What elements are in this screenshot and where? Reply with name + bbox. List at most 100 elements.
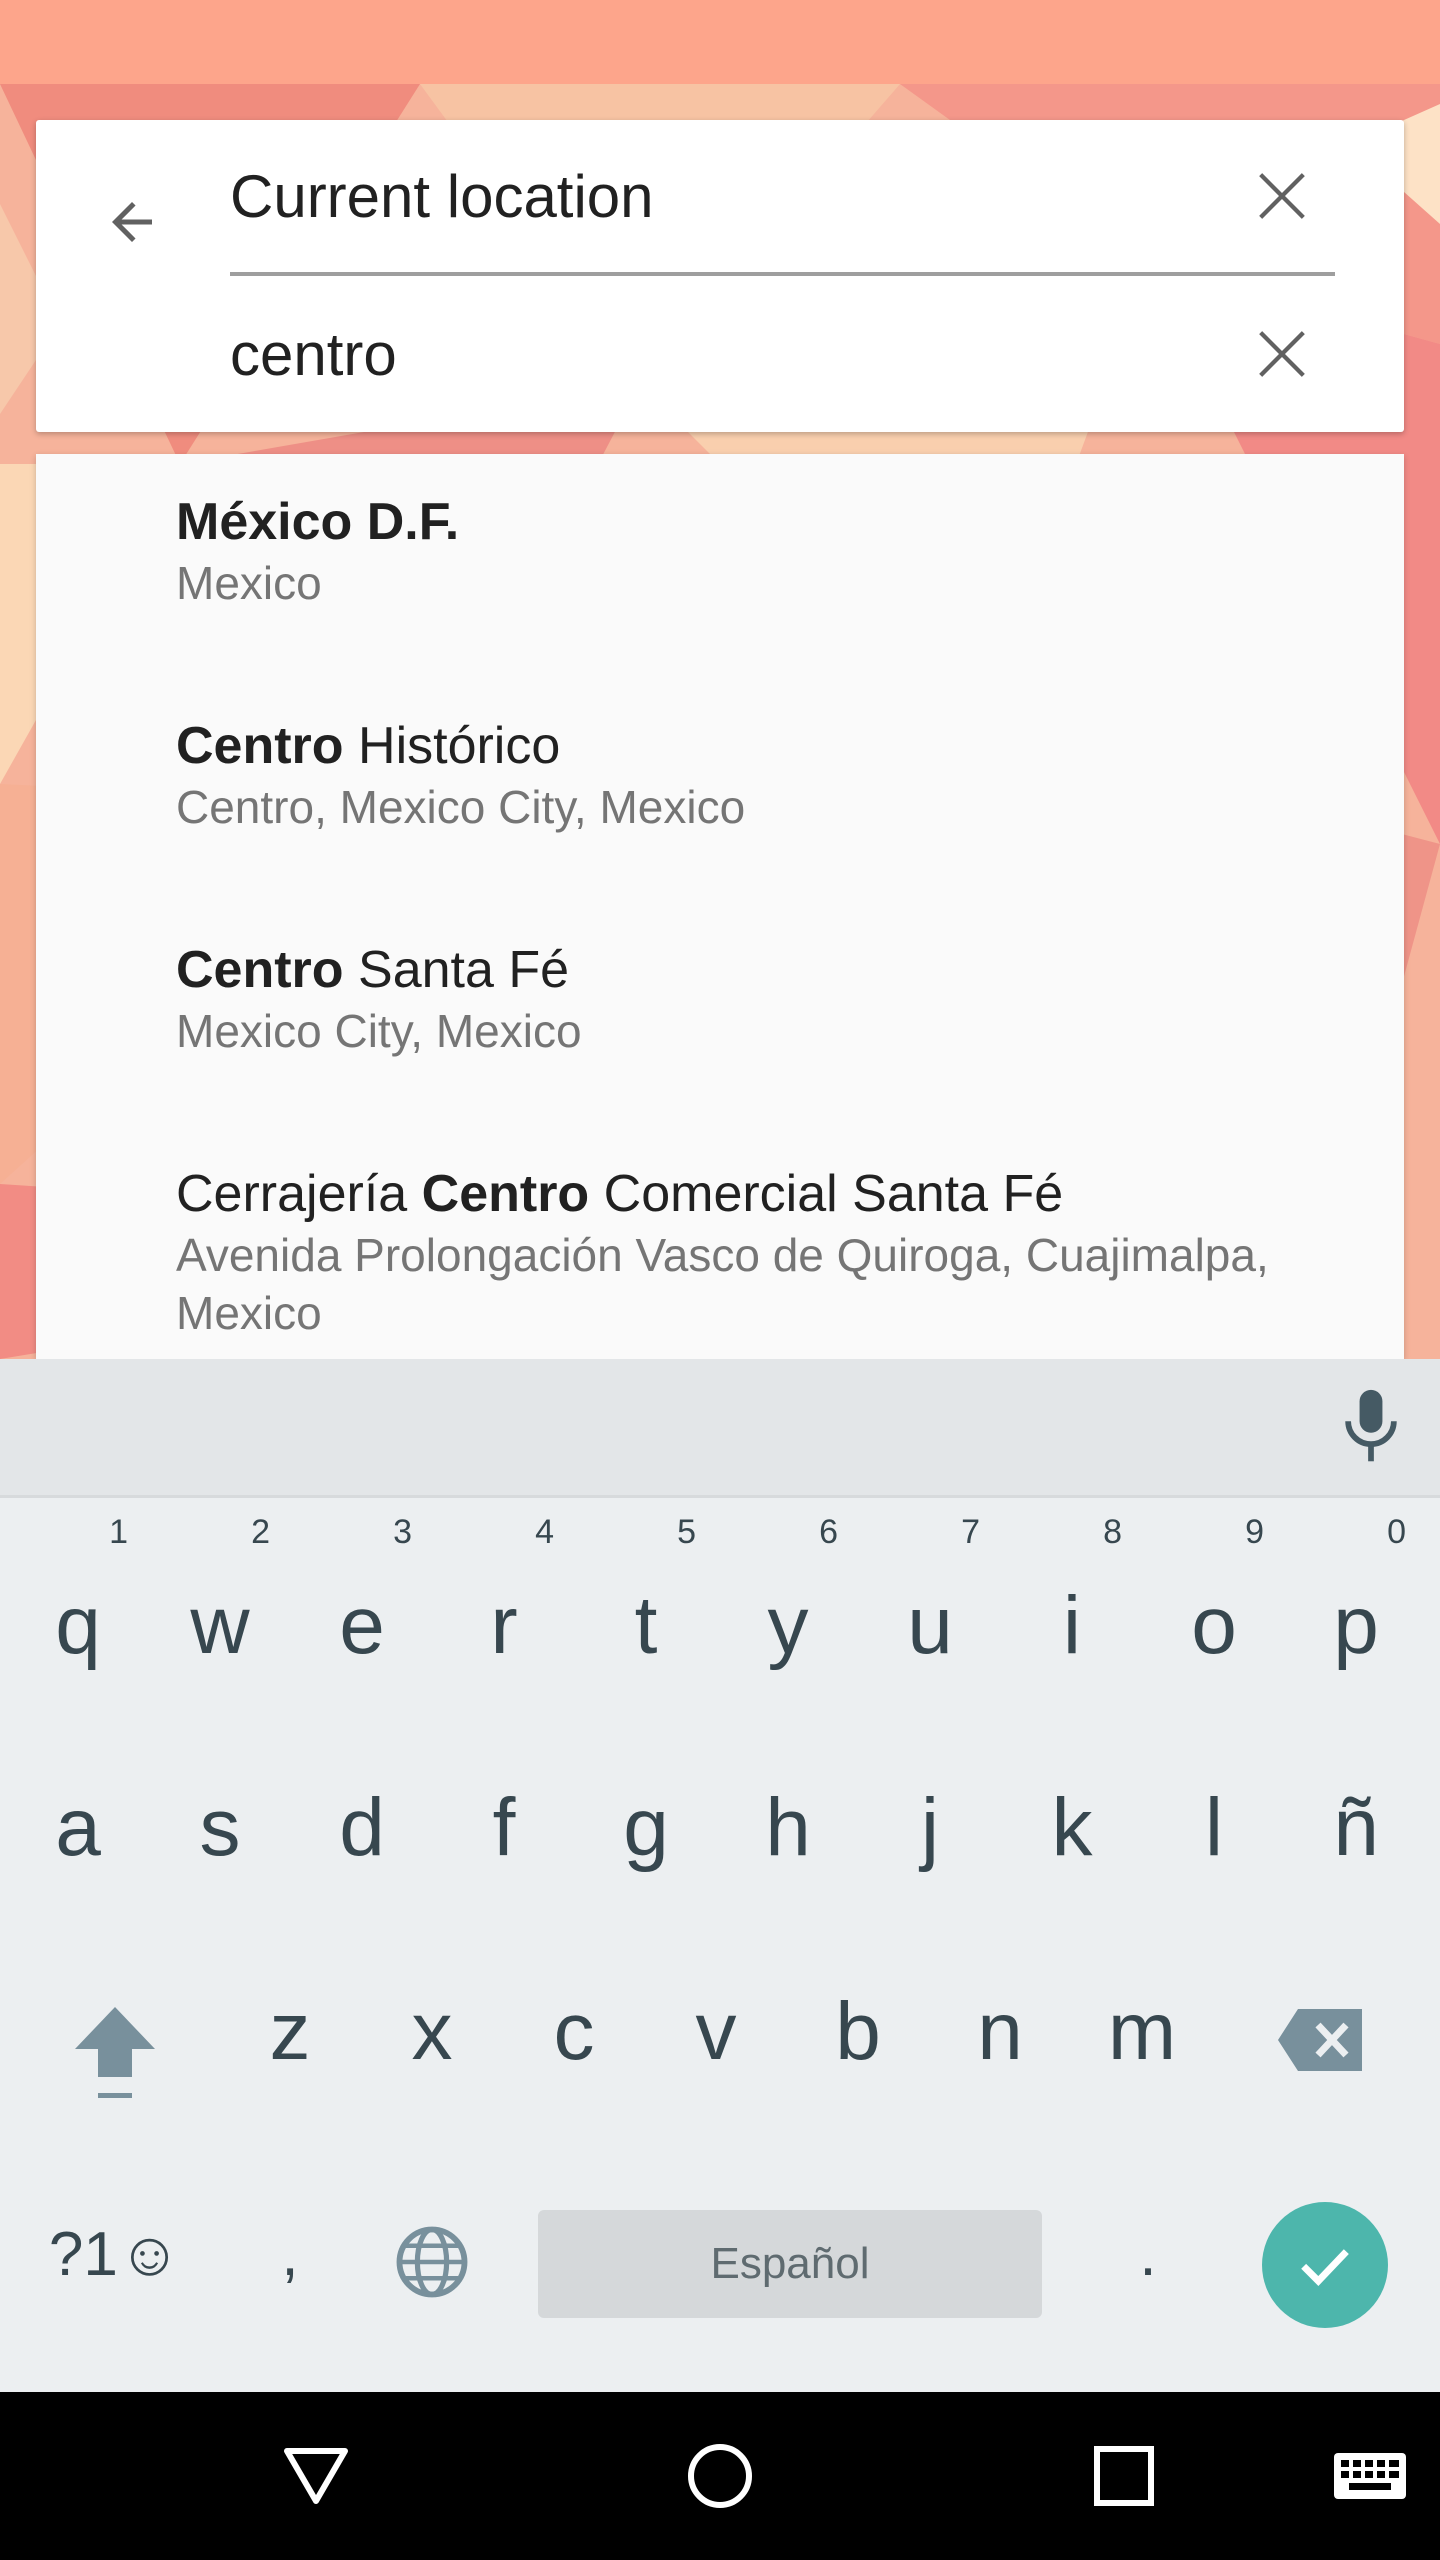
- key-q[interactable]: 1q: [6, 1495, 150, 1695]
- status-bar: [0, 0, 1440, 84]
- key-l[interactable]: l: [1142, 1711, 1286, 1911]
- key-label: a: [55, 1782, 101, 1873]
- key-label: l: [1204, 1782, 1224, 1873]
- back-button[interactable]: [86, 176, 178, 268]
- globe-icon: [396, 2226, 468, 2298]
- key-label: n: [977, 1986, 1023, 2077]
- nav-back-button[interactable]: [270, 2430, 362, 2522]
- key-j[interactable]: j: [858, 1711, 1002, 1911]
- nav-recents-button[interactable]: [1078, 2430, 1170, 2522]
- key-x[interactable]: x: [360, 1927, 504, 2127]
- clear-destination-button[interactable]: [1242, 314, 1322, 394]
- key-label: h: [765, 1782, 811, 1873]
- key-d[interactable]: d: [290, 1711, 434, 1911]
- key-label: d: [339, 1782, 385, 1873]
- microphone-icon[interactable]: [1336, 1387, 1406, 1467]
- key-i[interactable]: 8i: [1000, 1495, 1144, 1695]
- key-hint: 2: [251, 1513, 270, 1551]
- key-w[interactable]: 2w: [148, 1495, 292, 1695]
- delete-key[interactable]: [1250, 1927, 1400, 2127]
- nav-home-button[interactable]: [674, 2430, 766, 2522]
- triangle-back-icon: [284, 2448, 348, 2504]
- key-label: t: [634, 1580, 658, 1671]
- circle-home-icon: [688, 2444, 752, 2508]
- origin-field[interactable]: Current location: [230, 120, 1335, 278]
- key-n[interactable]: n: [928, 1927, 1072, 2127]
- key-b[interactable]: b: [786, 1927, 930, 2127]
- suggestion-title: Cerrajería Centro Comercial Santa Fé: [176, 1165, 1064, 1223]
- key-t[interactable]: 5t: [574, 1495, 718, 1695]
- key-hint: 4: [535, 1513, 554, 1551]
- origin-input[interactable]: Current location: [230, 162, 654, 231]
- key-e[interactable]: 3e: [290, 1495, 434, 1695]
- key-label: e: [339, 1580, 385, 1671]
- key-label: m: [1107, 1986, 1177, 2077]
- key-label: i: [1062, 1580, 1082, 1671]
- suggestion-title: México D.F.: [176, 493, 460, 551]
- key-label: ,: [281, 2220, 299, 2289]
- key-c[interactable]: c: [502, 1927, 646, 2127]
- key-label: u: [907, 1580, 953, 1671]
- shift-key[interactable]: [40, 1927, 190, 2127]
- key-y[interactable]: 6y: [716, 1495, 860, 1695]
- suggestion-item[interactable]: Centro Histórico Centro, Mexico City, Me…: [176, 714, 1376, 836]
- clear-origin-button[interactable]: [1242, 156, 1322, 236]
- key-k[interactable]: k: [1000, 1711, 1144, 1911]
- key-p[interactable]: 0p: [1284, 1495, 1428, 1695]
- navigation-bar: [0, 2392, 1440, 2560]
- key-label: c: [553, 1986, 595, 2077]
- key-label: x: [411, 1986, 453, 2077]
- key-v[interactable]: v: [644, 1927, 788, 2127]
- language-key[interactable]: [360, 2159, 504, 2359]
- suggestion-strip: [0, 1359, 1440, 1498]
- key-label: ?1☺: [48, 2220, 182, 2289]
- key-hint: 3: [393, 1513, 412, 1551]
- key-m[interactable]: m: [1070, 1927, 1214, 2127]
- key-r[interactable]: 4r: [432, 1495, 576, 1695]
- key-o[interactable]: 9o: [1142, 1495, 1286, 1695]
- enter-key[interactable]: [1262, 2202, 1388, 2328]
- key-u[interactable]: 7u: [858, 1495, 1002, 1695]
- key-s[interactable]: s: [148, 1711, 292, 1911]
- key-label: z: [269, 1986, 311, 2077]
- symbols-key[interactable]: ?1☺: [30, 2159, 200, 2359]
- space-key[interactable]: Español: [538, 2210, 1042, 2318]
- origin-underline: [230, 272, 1335, 276]
- key-hint: 1: [109, 1513, 128, 1551]
- key-z[interactable]: z: [218, 1927, 362, 2127]
- suggestion-subtitle: Mexico City, Mexico: [176, 1005, 582, 1057]
- check-icon: [1301, 2249, 1349, 2286]
- key-hint: 8: [1103, 1513, 1122, 1551]
- key-label: j: [920, 1782, 940, 1873]
- key-label: k: [1051, 1782, 1093, 1873]
- destination-input[interactable]: centro: [230, 320, 397, 389]
- suggestion-item[interactable]: México D.F. Mexico: [176, 490, 1376, 612]
- key-f[interactable]: f: [432, 1711, 576, 1911]
- period-key[interactable]: .: [1076, 2159, 1220, 2359]
- suggestion-item[interactable]: Cerrajería Centro Comercial Santa Fé Ave…: [176, 1162, 1376, 1342]
- key-hint: 9: [1245, 1513, 1264, 1551]
- suggestion-item[interactable]: Centro Santa Fé Mexico City, Mexico: [176, 938, 1376, 1060]
- keyboard-icon: [1334, 2453, 1406, 2499]
- destination-field[interactable]: centro: [230, 280, 1335, 432]
- key-hint: 6: [819, 1513, 838, 1551]
- key-label: q: [55, 1580, 101, 1671]
- key-n-tilde[interactable]: ñ: [1284, 1711, 1428, 1911]
- key-label: b: [835, 1986, 881, 2077]
- comma-key[interactable]: ,: [218, 2159, 362, 2359]
- key-label: y: [767, 1580, 809, 1671]
- key-label: p: [1333, 1580, 1379, 1671]
- keyboard: 1q 2w 3e 4r 5t 6y 7u 8i 9o 0p a s d f g …: [0, 1359, 1440, 2392]
- nav-keyboard-button[interactable]: [1324, 2430, 1416, 2522]
- key-hint: 7: [961, 1513, 980, 1551]
- square-recents-icon: [1094, 2446, 1154, 2506]
- suggestion-subtitle: Mexico: [176, 557, 322, 609]
- key-a[interactable]: a: [6, 1711, 150, 1911]
- key-h[interactable]: h: [716, 1711, 860, 1911]
- key-g[interactable]: g: [574, 1711, 718, 1911]
- key-label: w: [190, 1580, 250, 1671]
- suggestion-subtitle: Centro, Mexico City, Mexico: [176, 781, 746, 833]
- close-icon: [1259, 173, 1305, 219]
- shift-icon: [75, 2007, 155, 2098]
- key-label: s: [199, 1782, 241, 1873]
